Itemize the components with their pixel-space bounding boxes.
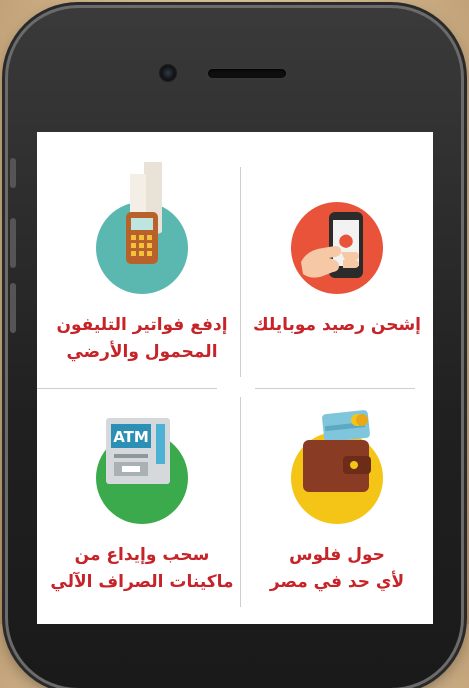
tile-label: إشحن رصيد موبايلك bbox=[252, 315, 421, 335]
tile-label: إدفع فواتير التليفون المحمول والأرضي bbox=[56, 315, 228, 362]
volume-down-button bbox=[10, 283, 16, 333]
bill-payment-terminal-icon bbox=[96, 162, 188, 294]
tile-recharge-balance[interactable]: إشحن رصيد موبايلك bbox=[242, 202, 432, 339]
divider-horizontal-right bbox=[255, 388, 415, 389]
tile-pay-bills[interactable]: إدفع فواتير التليفون المحمول والأرضي bbox=[47, 162, 237, 366]
app-screen: إشحن رصيد موبايلك إدفع فواتير التليفون ا… bbox=[37, 132, 433, 624]
mute-switch bbox=[10, 158, 16, 188]
divider-vertical-top bbox=[240, 167, 241, 377]
volume-up-button bbox=[10, 218, 16, 268]
phone-recharge-icon bbox=[291, 202, 383, 294]
front-camera-icon bbox=[159, 64, 177, 82]
tile-atm-withdraw-deposit[interactable]: ATM سحب وإيداع من ماكينات الصراف الآلي bbox=[47, 418, 237, 596]
svg-text:ATM: ATM bbox=[113, 428, 149, 446]
divider-vertical-bottom bbox=[240, 397, 241, 607]
tile-label: حول فلوس لأي حد في مصر bbox=[269, 545, 405, 592]
tile-label: سحب وإيداع من ماكينات الصراف الآلي bbox=[50, 545, 234, 592]
tile-transfer-money[interactable]: حول فلوس لأي حد في مصر bbox=[242, 410, 432, 596]
earpiece-speaker bbox=[208, 69, 286, 78]
wallet-transfer-icon bbox=[291, 410, 383, 524]
divider-horizontal-left bbox=[37, 388, 217, 389]
atm-machine-icon: ATM bbox=[96, 418, 188, 524]
